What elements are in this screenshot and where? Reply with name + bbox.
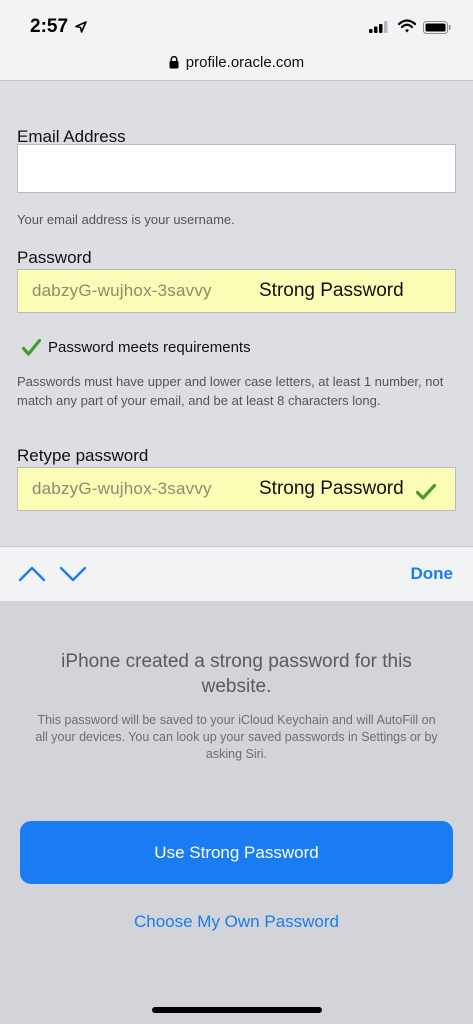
checkmark-icon [22, 338, 41, 356]
done-button[interactable]: Done [411, 564, 454, 584]
signal-bars-icon [369, 21, 388, 33]
password-rules-hint: Passwords must have upper and lower case… [17, 374, 444, 408]
email-field[interactable] [17, 144, 456, 193]
home-indicator[interactable] [152, 1007, 322, 1013]
status-time: 2:57 [30, 16, 69, 37]
sheet-title: iPhone created a strong password for thi… [61, 651, 412, 697]
retype-password-field[interactable]: dabzyG-wujhox-3savvy Strong Password [17, 467, 456, 511]
match-checkmark-icon [416, 484, 436, 500]
password-value: dabzyG-wujhox-3savvy [32, 281, 212, 300]
url-text: profile.oracle.com [185, 53, 305, 71]
address-bar[interactable]: profile.oracle.com [0, 44, 473, 81]
retype-password-label: Retype password [17, 446, 149, 465]
sheet-description: This password will be saved to your iClo… [35, 713, 438, 761]
location-arrow-icon [75, 21, 87, 33]
status-bar: 2:57 [0, 0, 473, 44]
battery-icon [423, 21, 451, 34]
keyboard-accessory-bar: Done [0, 546, 473, 601]
requirements-status: Password meets requirements [22, 336, 251, 358]
wifi-icon [398, 19, 416, 33]
retype-strength-label: Strong Password [259, 478, 404, 499]
retype-password-value: dabzyG-wujhox-3savvy [32, 479, 212, 498]
web-page: Email Address Your email address is your… [0, 81, 473, 546]
choose-own-password-button[interactable]: Choose My Own Password [0, 912, 473, 932]
password-strength-label: Strong Password [259, 280, 404, 301]
strong-password-sheet: iPhone created a strong password for thi… [0, 601, 473, 1024]
password-label: Password [17, 248, 92, 267]
password-field[interactable]: dabzyG-wujhox-3savvy Strong Password [17, 269, 456, 313]
lock-icon [169, 55, 179, 69]
use-strong-password-button[interactable]: Use Strong Password [20, 821, 453, 884]
email-hint: Your email address is your username. [17, 212, 235, 227]
chevron-down-icon[interactable] [59, 566, 87, 582]
chevron-up-icon[interactable] [18, 566, 46, 582]
requirements-met-text: Password meets requirements [48, 338, 251, 356]
